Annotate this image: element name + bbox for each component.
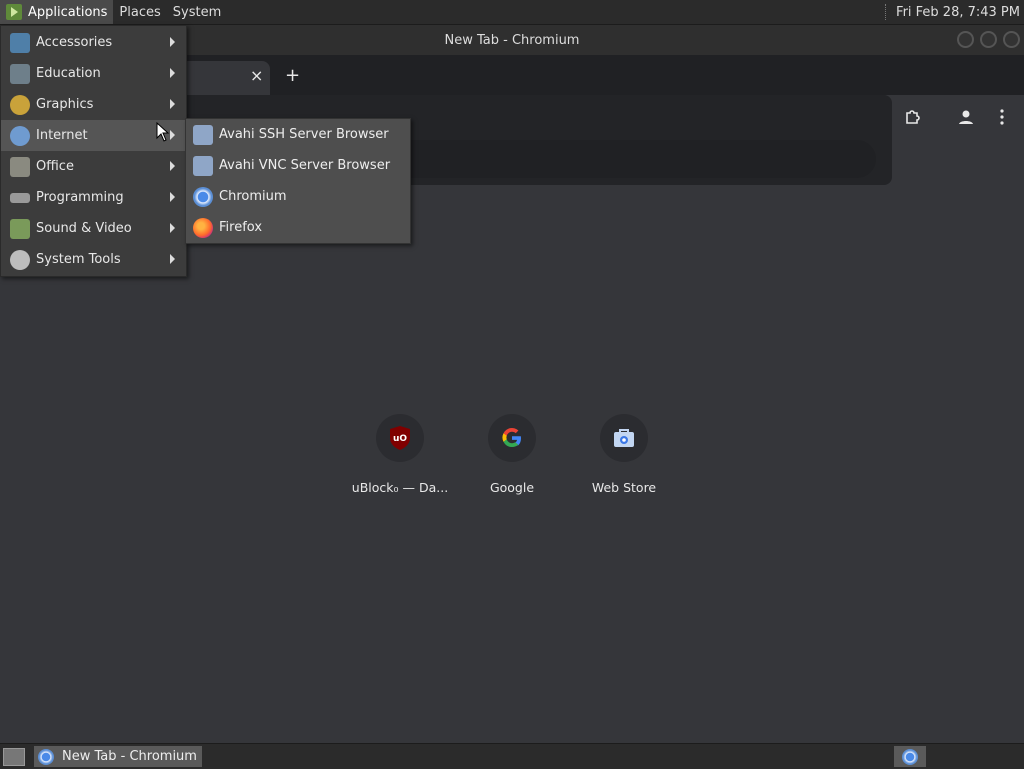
submenu-item-avahi-vnc[interactable]: Avahi VNC Server Browser [186, 150, 410, 181]
menu-item-label: Sound & Video [36, 221, 132, 236]
profile-icon[interactable] [957, 108, 975, 130]
extensions-icon[interactable] [904, 108, 922, 130]
programming-icon [10, 192, 30, 203]
avahi-ssh-icon [193, 124, 213, 145]
submenu-arrow-icon [170, 68, 175, 78]
show-desktop-icon[interactable] [3, 747, 25, 766]
menu-item-label: Accessories [36, 35, 113, 50]
system-menu-label: System [172, 4, 222, 20]
submenu-arrow-icon [170, 161, 175, 171]
ublock-icon-circle: uO [376, 414, 424, 462]
menu-item-education[interactable]: Education [1, 58, 186, 89]
ublock-icon: uO [390, 426, 410, 450]
menu-item-label: Education [36, 66, 101, 81]
webstore-icon [614, 429, 634, 447]
submenu-arrow-icon [170, 192, 175, 202]
panel-separator [885, 4, 888, 20]
places-menu-label: Places [119, 4, 161, 20]
new-tab-button[interactable]: + [285, 65, 300, 86]
menu-item-label: Office [36, 159, 74, 174]
google-icon-circle [488, 414, 536, 462]
education-icon [10, 63, 30, 84]
menu-item-label: Graphics [36, 97, 94, 112]
svg-text:uO: uO [393, 434, 407, 444]
bottom-panel: New Tab - Chromium [0, 743, 1024, 769]
clock-label: Fri Feb 28, 7:43 PM [896, 4, 1020, 20]
sound-video-icon [10, 218, 30, 239]
tab-close-icon[interactable]: × [250, 66, 263, 85]
submenu-arrow-icon [170, 254, 175, 264]
avahi-vnc-icon [193, 155, 213, 176]
menu-item-system-tools[interactable]: System Tools [1, 244, 186, 275]
submenu-arrow-icon [170, 130, 175, 140]
shortcut-tiles: uO uBlock₀ — Da... Google Web Store [344, 414, 680, 495]
menu-item-programming[interactable]: Programming [1, 182, 186, 213]
menu-item-graphics[interactable]: Graphics [1, 89, 186, 120]
system-menu[interactable]: System [167, 0, 227, 24]
taskbar-button-chromium[interactable]: New Tab - Chromium [34, 746, 202, 767]
menu-item-accessories[interactable]: Accessories [1, 27, 186, 58]
shortcut-ublock[interactable]: uO uBlock₀ — Da... [344, 414, 456, 495]
places-menu[interactable]: Places [113, 0, 166, 24]
google-icon [502, 427, 521, 448]
window-controls [957, 31, 1020, 48]
clock[interactable]: Fri Feb 28, 7:43 PM [885, 0, 1020, 24]
menu-item-office[interactable]: Office [1, 151, 186, 182]
submenu-item-label: Firefox [219, 220, 263, 235]
submenu-item-label: Chromium [219, 189, 287, 204]
office-icon [10, 156, 30, 177]
internet-submenu: Avahi SSH Server Browser Avahi VNC Serve… [185, 118, 411, 244]
close-window-button[interactable] [1003, 31, 1020, 48]
chromium-tray-icon [902, 748, 918, 765]
maximize-button[interactable] [980, 31, 997, 48]
shortcut-label: uBlock₀ — Da... [351, 480, 449, 495]
workspace-switcher[interactable] [894, 746, 926, 767]
shortcut-label: Google [489, 480, 535, 495]
submenu-arrow-icon [170, 223, 175, 233]
chromium-task-icon [38, 748, 54, 765]
submenu-item-avahi-ssh[interactable]: Avahi SSH Server Browser [186, 119, 410, 150]
menu-item-sound-video[interactable]: Sound & Video [1, 213, 186, 244]
graphics-icon [10, 94, 30, 115]
minimize-button[interactable] [957, 31, 974, 48]
applications-menu-label: Applications [28, 4, 108, 20]
mouse-cursor-icon [156, 122, 170, 142]
applications-dropdown: Accessories Education Graphics Internet … [0, 25, 187, 277]
shortcut-web-store[interactable]: Web Store [568, 414, 680, 495]
shortcut-google[interactable]: Google [456, 414, 568, 495]
accessories-icon [10, 32, 30, 53]
menu-item-label: System Tools [36, 252, 121, 267]
submenu-arrow-icon [170, 99, 175, 109]
menu-item-label: Programming [36, 190, 124, 205]
more-options-icon[interactable] [995, 108, 1009, 130]
system-tools-icon [10, 249, 30, 270]
top-panel: Applications Places System Fri Feb 28, 7… [0, 0, 1024, 25]
taskbar-button-label: New Tab - Chromium [62, 749, 197, 764]
firefox-icon [193, 217, 213, 238]
submenu-item-chromium[interactable]: Chromium [186, 181, 410, 212]
menu-item-label: Internet [36, 128, 88, 143]
applications-logo-icon [6, 4, 22, 20]
applications-menu[interactable]: Applications [0, 0, 114, 24]
webstore-icon-circle [600, 414, 648, 462]
window-title: New Tab - Chromium [444, 32, 580, 48]
submenu-item-firefox[interactable]: Firefox [186, 212, 410, 243]
shortcut-label: Web Store [591, 480, 657, 495]
submenu-item-label: Avahi SSH Server Browser [219, 127, 389, 142]
internet-icon [10, 125, 30, 146]
submenu-item-label: Avahi VNC Server Browser [219, 158, 391, 173]
chromium-icon [193, 186, 213, 207]
submenu-arrow-icon [170, 37, 175, 47]
